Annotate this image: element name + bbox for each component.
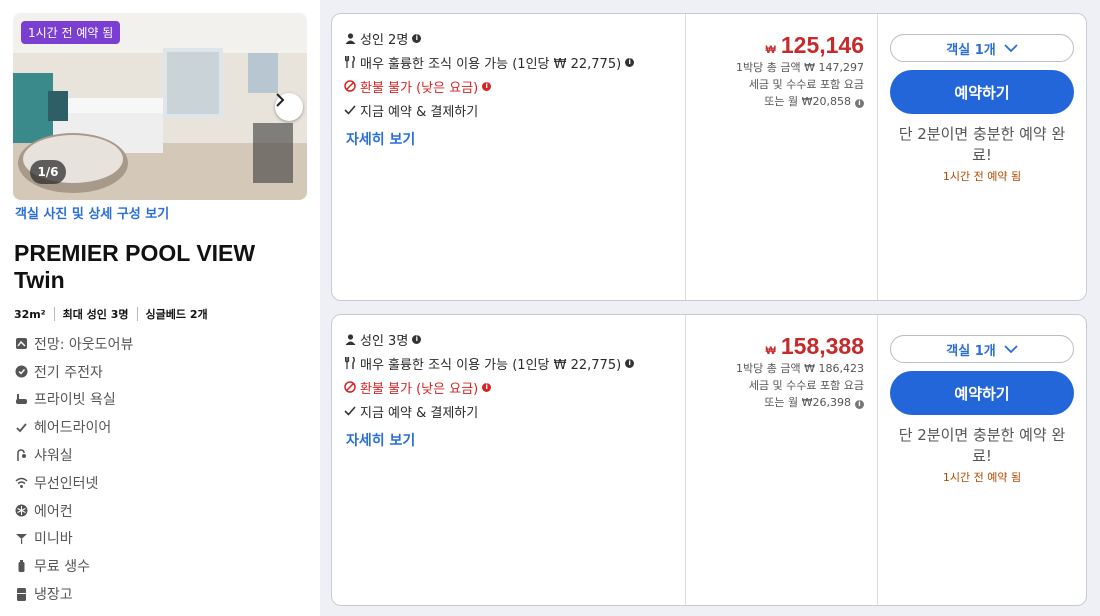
divider <box>877 315 878 605</box>
photo-counter: 1/6 <box>30 160 66 184</box>
monthly-price: 또는 월 ₩26,398 i <box>736 394 864 411</box>
room-card: 1시간 전 예약 됨 1/6 객실 사진 및 상세 구성 보기 PREMIER … <box>0 0 320 616</box>
chevron-down-icon <box>1004 344 1018 353</box>
tax-note: 세금 및 수수료 포함 요금 <box>748 78 864 91</box>
recent-booking-badge: 1시간 전 예약 됨 <box>21 21 121 44</box>
rate-offer-card: 성인 3명 i 매우 훌륭한 조식 이용 가능 (1인당 ₩ 22,775) i 환… <box>331 314 1087 606</box>
refund-row: 환불 불가 (낮은 요금) i <box>344 375 634 399</box>
shower-icon <box>15 448 28 462</box>
info-icon[interactable]: i <box>482 382 492 392</box>
kettle-icon <box>15 365 28 378</box>
book-button[interactable]: 예약하기 <box>890 70 1074 114</box>
no-refund-icon <box>344 80 356 92</box>
monthly-price: 또는 월 ₩20,858 i <box>736 93 864 110</box>
booking-actions: 객실 1개 예약하기 단 2분이면 충분한 예약 완료! 1시간 전 예약 됨 <box>890 34 1074 184</box>
info-icon[interactable]: i <box>412 334 422 344</box>
room-count-select[interactable]: 객실 1개 <box>890 335 1074 363</box>
total-price: 1박당 총 금액 ₩ 147,297 <box>736 61 864 74</box>
amenity-item: 헤어드라이어 <box>15 413 133 441</box>
details-link[interactable]: 자세히 보기 <box>346 430 415 450</box>
info-icon[interactable]: i <box>855 99 864 108</box>
amenity-item: 프라이빗 욕실 <box>15 386 133 414</box>
guests-row: 성인 3명 i <box>344 327 634 351</box>
room-photo[interactable]: 1시간 전 예약 됨 1/6 <box>13 13 307 200</box>
tax-note: 세금 및 수수료 포함 요금 <box>748 379 864 392</box>
breakfast-row: 매우 훌륭한 조식 이용 가능 (1인당 ₩ 22,775) i <box>344 50 635 74</box>
check-icon <box>344 405 356 417</box>
rate-offer-card: 성인 2명 i 매우 훌륭한 조식 이용 가능 (1인당 ₩ 22,775) i 환… <box>331 13 1087 301</box>
bed-info: 싱글베드 2개 <box>145 308 208 321</box>
person-icon <box>344 333 356 345</box>
amenity-item: 무선인터넷 <box>15 469 133 497</box>
amenity-item: 전망: 아웃도어뷰 <box>15 330 133 358</box>
details-link[interactable]: 자세히 보기 <box>346 129 415 149</box>
cutlery-icon <box>344 56 356 68</box>
chevron-right-icon <box>276 93 285 107</box>
amenity-item: 샤워실 <box>15 441 133 469</box>
amenity-item: 에어컨 <box>15 497 133 525</box>
amenity-item: 무료 생수 <box>15 552 133 580</box>
chevron-down-icon <box>1004 43 1018 52</box>
price: ₩125,146 <box>765 32 864 58</box>
room-title: PREMIER POOL VIEW Twin <box>14 240 256 293</box>
amenity-item: 냉장고 <box>15 580 133 608</box>
room-photos-link[interactable]: 객실 사진 및 상세 구성 보기 <box>15 203 169 222</box>
fridge-icon <box>15 587 28 601</box>
view-icon <box>15 337 28 350</box>
no-refund-icon <box>344 381 356 393</box>
next-photo-button[interactable] <box>275 93 303 121</box>
info-icon[interactable]: i <box>412 33 422 43</box>
divider <box>877 14 878 300</box>
minibar-icon <box>15 532 28 545</box>
divider <box>685 315 686 605</box>
guests-row: 성인 2명 i <box>344 26 634 50</box>
aircon-icon <box>15 504 28 517</box>
offer-features: 성인 3명 i 매우 훌륭한 조식 이용 가능 (1인당 ₩ 22,775) i 환… <box>344 327 635 423</box>
offer-features: 성인 2명 i 매우 훌륭한 조식 이용 가능 (1인당 ₩ 22,775) i 환… <box>344 26 635 122</box>
breakfast-row: 매우 훌륭한 조식 이용 가능 (1인당 ₩ 22,775) i <box>344 351 635 375</box>
booking-actions: 객실 1개 예약하기 단 2분이면 충분한 예약 완료! 1시간 전 예약 됨 <box>890 335 1074 485</box>
water-bottle-icon <box>15 559 28 573</box>
info-icon[interactable]: i <box>482 81 492 91</box>
amenity-list: 전망: 아웃도어뷰 전기 주전자 프라이빗 욕실 헤어드라이어 샤워실 무선인터… <box>15 330 133 608</box>
amenity-item: 전기 주전자 <box>15 358 133 386</box>
check-icon <box>15 421 28 434</box>
cutlery-icon <box>344 357 356 369</box>
info-icon[interactable]: i <box>855 400 864 409</box>
pay-now-row: 지금 예약 & 결제하기 <box>344 399 634 423</box>
wifi-icon <box>15 476 28 489</box>
info-icon[interactable]: i <box>625 358 635 368</box>
price-block: ₩158,388 1박당 총 금액 ₩ 186,423 세금 및 수수료 포함 … <box>736 333 864 411</box>
amenity-item: 미니바 <box>15 525 133 553</box>
room-size: 32m² <box>14 307 46 321</box>
room-count-select[interactable]: 객실 1개 <box>890 34 1074 62</box>
info-icon[interactable]: i <box>625 57 635 67</box>
refund-row: 환불 불가 (낮은 요금) i <box>344 74 634 98</box>
pay-now-row: 지금 예약 & 결제하기 <box>344 98 634 122</box>
book-button[interactable]: 예약하기 <box>890 371 1074 415</box>
price: ₩158,388 <box>765 333 864 359</box>
person-icon <box>344 32 356 44</box>
check-icon <box>344 104 356 116</box>
quick-booking-note: 단 2분이면 충분한 예약 완료! <box>898 125 1066 164</box>
total-price: 1박당 총 금액 ₩ 186,423 <box>736 362 864 375</box>
recent-booking-note: 1시간 전 예약 됨 <box>942 471 1022 484</box>
max-occupancy: 최대 성인 3명 <box>62 308 129 321</box>
divider <box>53 307 55 321</box>
price-block: ₩125,146 1박당 총 금액 ₩ 147,297 세금 및 수수료 포함 … <box>736 32 864 110</box>
divider <box>685 14 686 300</box>
quick-booking-note: 단 2분이면 충분한 예약 완료! <box>898 426 1066 465</box>
recent-booking-note: 1시간 전 예약 됨 <box>942 170 1022 183</box>
divider <box>136 307 138 321</box>
room-specs: 32m² 최대 성인 3명 싱글베드 2개 <box>14 306 208 322</box>
bathtub-icon <box>15 393 28 406</box>
